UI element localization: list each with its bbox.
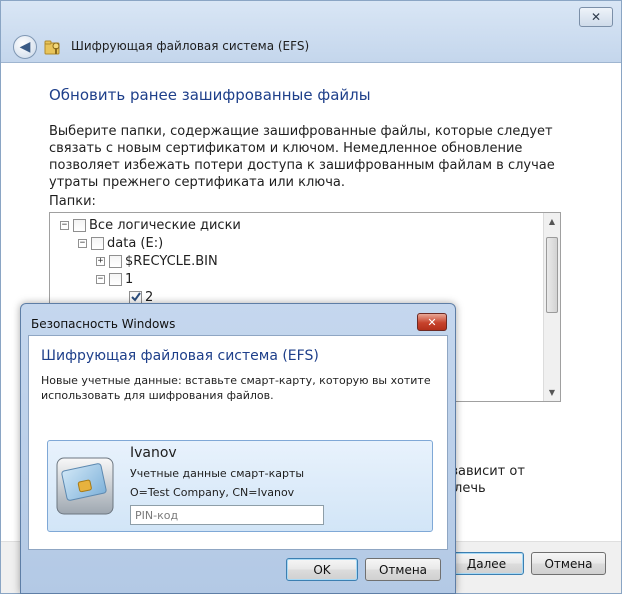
checkmark-icon bbox=[130, 292, 141, 302]
dialog-description: Новые учетные данные: вставьте смарт-кар… bbox=[41, 374, 431, 402]
ok-button[interactable]: OK bbox=[286, 558, 358, 581]
wizard-close-button[interactable]: ✕ bbox=[579, 7, 613, 27]
pin-input[interactable] bbox=[130, 505, 324, 525]
folders-label: Папки: bbox=[49, 194, 96, 209]
expand-icon[interactable]: + bbox=[96, 256, 105, 266]
credential-tile[interactable]: Ivanov Учетные данные смарт-карты O=Test… bbox=[47, 440, 433, 532]
tree-item-label: $RECYCLE.BIN bbox=[125, 253, 218, 269]
tree-item-label: 1 bbox=[125, 271, 134, 287]
credential-name: Ivanov bbox=[130, 445, 177, 461]
dialog-close-button[interactable]: ✕ bbox=[417, 313, 447, 331]
windows-security-dialog: Безопасность Windows ✕ Шифрующая файлова… bbox=[20, 303, 456, 594]
back-arrow-icon[interactable]: ◀ bbox=[13, 35, 37, 59]
dialog-heading: Шифрующая файловая система (EFS) bbox=[41, 348, 319, 364]
tree-item-all-drives[interactable]: − Все логические диски bbox=[60, 217, 241, 233]
partial-line: извлечь bbox=[431, 481, 486, 496]
tree-item-label: Все логические диски bbox=[89, 217, 241, 233]
next-button[interactable]: Далее bbox=[449, 552, 524, 575]
credential-type: Учетные данные смарт-карты bbox=[130, 467, 305, 480]
partial-line: ны. bbox=[431, 497, 601, 514]
tree-checkbox[interactable] bbox=[91, 236, 104, 250]
tree-checkbox[interactable] bbox=[73, 218, 86, 232]
tree-checkbox-checked[interactable] bbox=[129, 290, 142, 304]
wizard-title: Шифрующая файловая система (EFS) bbox=[71, 39, 310, 53]
page-heading: Обновить ранее зашифрованные файлы bbox=[49, 86, 371, 104]
wizard-cancel-button[interactable]: Отмена bbox=[531, 552, 606, 575]
tree-item-recycle-bin[interactable]: + $RECYCLE.BIN bbox=[96, 253, 218, 269]
dialog-body: Шифрующая файловая система (EFS) Новые у… bbox=[28, 335, 448, 550]
scroll-down-icon[interactable]: ▼ bbox=[544, 384, 560, 401]
dialog-title: Безопасность Windows bbox=[31, 317, 176, 331]
tree-checkbox[interactable] bbox=[109, 254, 122, 268]
tree-item-data-drive[interactable]: − data (E:) bbox=[78, 235, 163, 251]
tree-checkbox[interactable] bbox=[109, 272, 122, 286]
dialog-footer: OK Отмена bbox=[28, 550, 448, 594]
credential-subject: O=Test Company, CN=Ivanov bbox=[130, 486, 295, 499]
collapse-icon[interactable]: − bbox=[96, 274, 105, 284]
wizard-titlebar: ✕ ◀ Шифрующая файловая система (EFS) bbox=[1, 1, 621, 63]
tree-item-folder-1[interactable]: − 1 bbox=[96, 271, 133, 287]
tree-scrollbar[interactable]: ▲ ▼ bbox=[543, 213, 560, 401]
efs-key-folder-icon bbox=[44, 40, 60, 55]
partial-line: ое зависит от bbox=[431, 464, 525, 479]
smart-card-icon bbox=[56, 457, 114, 515]
scroll-up-icon[interactable]: ▲ bbox=[544, 213, 560, 230]
tree-item-label: data (E:) bbox=[107, 235, 164, 251]
dialog-cancel-button[interactable]: Отмена bbox=[365, 558, 441, 581]
page-description: Выберите папки, содержащие зашифрованные… bbox=[49, 124, 555, 190]
scroll-thumb[interactable] bbox=[546, 237, 558, 313]
partial-warning-text: ое зависит от извлечь ны. bbox=[431, 463, 601, 514]
collapse-icon[interactable]: − bbox=[78, 238, 87, 248]
collapse-icon[interactable]: − bbox=[60, 220, 69, 230]
